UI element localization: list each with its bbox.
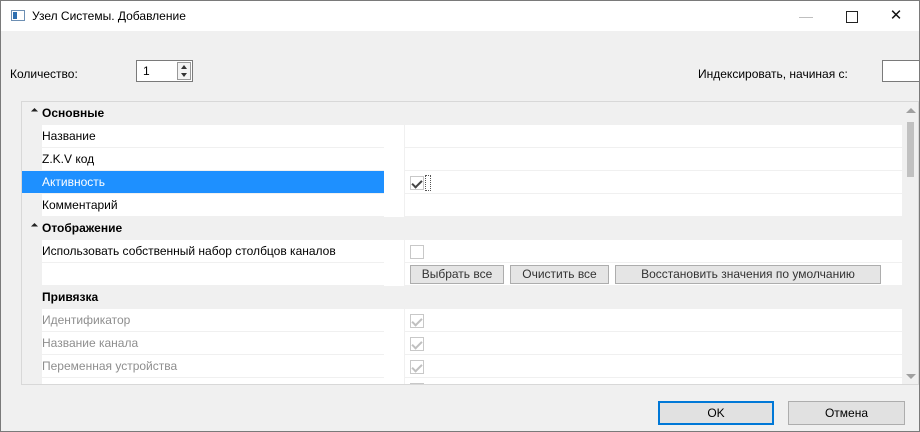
minimize-icon: —	[799, 8, 813, 24]
title-bar: Узел Системы. Добавление — ✕	[1, 1, 919, 31]
restore-defaults-button[interactable]: Восстановить значения по умолчанию	[615, 265, 881, 284]
scroll-down-icon[interactable]	[906, 374, 916, 379]
clear-all-button[interactable]: Очистить все	[510, 265, 609, 284]
var-type-checkbox[interactable]	[410, 383, 424, 384]
prop-name-label: Название	[22, 125, 384, 148]
prop-channel-name-label: Название канала	[22, 332, 384, 355]
prop-zkv-label: Z.K.V код	[22, 148, 384, 171]
index-start-label: Индексировать, начиная с:	[698, 67, 848, 81]
prop-row-comment[interactable]: Комментарий	[22, 194, 902, 217]
prop-row-name[interactable]: Название	[22, 125, 902, 148]
prop-own-columns-value[interactable]	[404, 240, 902, 263]
category-binding-label: Привязка	[42, 290, 99, 304]
scroll-up-icon[interactable]	[906, 108, 916, 113]
device-var-checkbox[interactable]	[410, 360, 424, 374]
category-main-label: Основные	[42, 106, 105, 120]
spin-down-icon[interactable]	[181, 73, 187, 77]
prop-empty-label	[22, 263, 384, 286]
prop-comment-label: Комментарий	[22, 194, 384, 217]
prop-identifier-value[interactable]	[404, 309, 902, 332]
prop-var-type-label: Тип переменной верх	[22, 378, 384, 384]
prop-active-label: Активность	[22, 171, 384, 194]
property-grid: Основные Название Z.K.V код Активность К…	[21, 101, 919, 385]
prop-name-value[interactable]	[404, 125, 902, 148]
app-window-icon	[11, 10, 25, 21]
prop-var-type-value[interactable]	[404, 378, 902, 384]
prop-row-zkv[interactable]: Z.K.V код	[22, 148, 902, 171]
category-binding[interactable]: Привязка	[22, 286, 902, 309]
maximize-button[interactable]	[829, 1, 875, 31]
prop-comment-value[interactable]	[404, 194, 902, 217]
close-icon: ✕	[889, 7, 903, 24]
minimize-button[interactable]: —	[783, 1, 829, 31]
collapse-arrow-icon[interactable]	[30, 107, 39, 116]
quantity-value[interactable]: 1	[143, 64, 150, 78]
quantity-spin-buttons[interactable]	[177, 62, 191, 80]
prop-channel-name-value[interactable]	[404, 332, 902, 355]
select-all-button[interactable]: Выбрать все	[410, 265, 504, 284]
category-main[interactable]: Основные	[22, 102, 902, 125]
prop-row-channel-name[interactable]: Название канала	[22, 332, 902, 355]
maximize-icon	[846, 11, 858, 24]
own-columns-checkbox[interactable]	[410, 245, 424, 259]
prop-row-identifier[interactable]: Идентификатор	[22, 309, 902, 332]
prop-row-active[interactable]: Активность	[22, 171, 902, 194]
active-checkbox[interactable]	[410, 176, 424, 190]
dialog-window: Узел Системы. Добавление — ✕ Количество:…	[0, 0, 920, 432]
window-title: Узел Системы. Добавление	[32, 9, 186, 23]
ok-button[interactable]: OK	[658, 401, 774, 425]
category-display-label: Отображение	[42, 221, 123, 235]
prop-zkv-value[interactable]	[404, 148, 902, 171]
prop-row-column-buttons: Выбрать все Очистить все Восстановить зн…	[22, 263, 902, 286]
prop-identifier-label: Идентификатор	[22, 309, 384, 332]
prop-own-columns-label: Использовать собственный набор столбцов …	[22, 240, 384, 263]
category-display[interactable]: Отображение	[22, 217, 902, 240]
index-start-input[interactable]	[882, 60, 919, 82]
channel-name-checkbox[interactable]	[410, 337, 424, 351]
column-buttons-cell: Выбрать все Очистить все Восстановить зн…	[404, 263, 902, 286]
scroll-thumb[interactable]	[907, 122, 914, 177]
prop-device-var-label: Переменная устройства	[22, 355, 384, 378]
close-button[interactable]: ✕	[873, 1, 919, 31]
vertical-scrollbar[interactable]	[902, 102, 918, 384]
quantity-stepper[interactable]: 1	[136, 60, 193, 82]
focus-indicator	[425, 175, 431, 191]
prop-row-own-columns[interactable]: Использовать собственный набор столбцов …	[22, 240, 902, 263]
prop-device-var-value[interactable]	[404, 355, 902, 378]
cancel-button[interactable]: Отмена	[788, 401, 905, 425]
quantity-label: Количество:	[10, 67, 78, 81]
collapse-arrow-icon[interactable]	[30, 222, 39, 231]
prop-active-value[interactable]	[404, 171, 902, 194]
prop-row-device-var[interactable]: Переменная устройства	[22, 355, 902, 378]
spin-up-icon[interactable]	[181, 65, 187, 69]
prop-row-var-type[interactable]: Тип переменной верх	[22, 378, 902, 384]
identifier-checkbox[interactable]	[410, 314, 424, 328]
